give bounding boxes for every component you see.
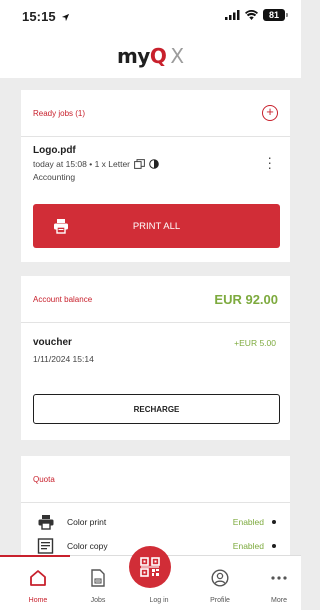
job-item[interactable]: Logo.pdf today at 15:08 • 1 x Letter Acc… [21,137,290,185]
recharge-button[interactable]: RECHARGE [33,394,280,424]
tab-home[interactable]: Home [8,556,68,610]
transaction-date: 1/11/2024 15:14 [33,354,94,364]
tab-profile[interactable]: Profile [190,556,250,610]
status-time: 15:15 [22,9,70,24]
balance-amount: EUR 92.00 [214,291,278,307]
tab-more[interactable]: More [249,556,309,610]
wifi-icon [245,10,258,20]
status-bar: 15:15 81 [0,0,301,34]
more-icon [271,576,287,580]
transaction-item: voucher 1/11/2024 15:14 +EUR 5.00 [21,323,290,373]
printer-icon [54,219,68,234]
job-meta: today at 15:08 • 1 x Letter [33,159,131,169]
recharge-label: RECHARGE [133,404,180,414]
ready-jobs-card: Ready jobs (1) + Logo.pdf today at 15:08… [21,90,290,262]
job-name: Logo.pdf [33,145,76,156]
qr-code-icon [140,557,160,577]
signal-icon [225,10,240,20]
duplex-icon [134,159,145,169]
location-arrow-icon [62,13,70,22]
status-indicators: 81 [225,9,288,21]
jobs-icon [91,569,105,587]
account-balance-title: Account balance [33,294,93,304]
status-dot [272,520,276,524]
status-dot [272,544,276,548]
tab-login[interactable]: Log in [129,546,189,610]
ready-jobs-title: Ready jobs (1) [33,108,86,118]
color-mode-icon [149,159,159,169]
copy-icon [37,538,54,554]
tab-jobs[interactable]: Jobs [68,556,128,610]
account-balance-card: Account balance EUR 92.00 voucher 1/11/2… [21,276,290,440]
battery-indicator: 81 [263,9,288,21]
bottom-tab-bar: Home Jobs Log in Profile More [0,546,301,610]
job-options-icon[interactable]: · · · [267,150,272,174]
quota-item: Color print Enabled [21,510,290,534]
quota-status: Enabled [232,517,264,527]
add-job-button[interactable]: + [262,105,278,121]
login-fab-button[interactable] [129,546,171,588]
plus-icon: + [266,104,274,119]
quota-status: Enabled [232,541,264,551]
print-all-label: PRINT ALL [132,220,181,232]
home-icon [30,570,46,586]
app-header: myQ X [0,34,301,78]
quota-label: Color print [67,517,107,527]
myq-x-logo: myQ X [116,44,185,68]
transaction-amount: +EUR 5.00 [234,338,276,348]
quota-title: Quota [33,474,55,484]
print-all-button[interactable]: PRINT ALL [33,204,280,248]
printer-icon [38,515,54,530]
job-department: Accounting [33,172,76,182]
profile-icon [211,569,229,587]
